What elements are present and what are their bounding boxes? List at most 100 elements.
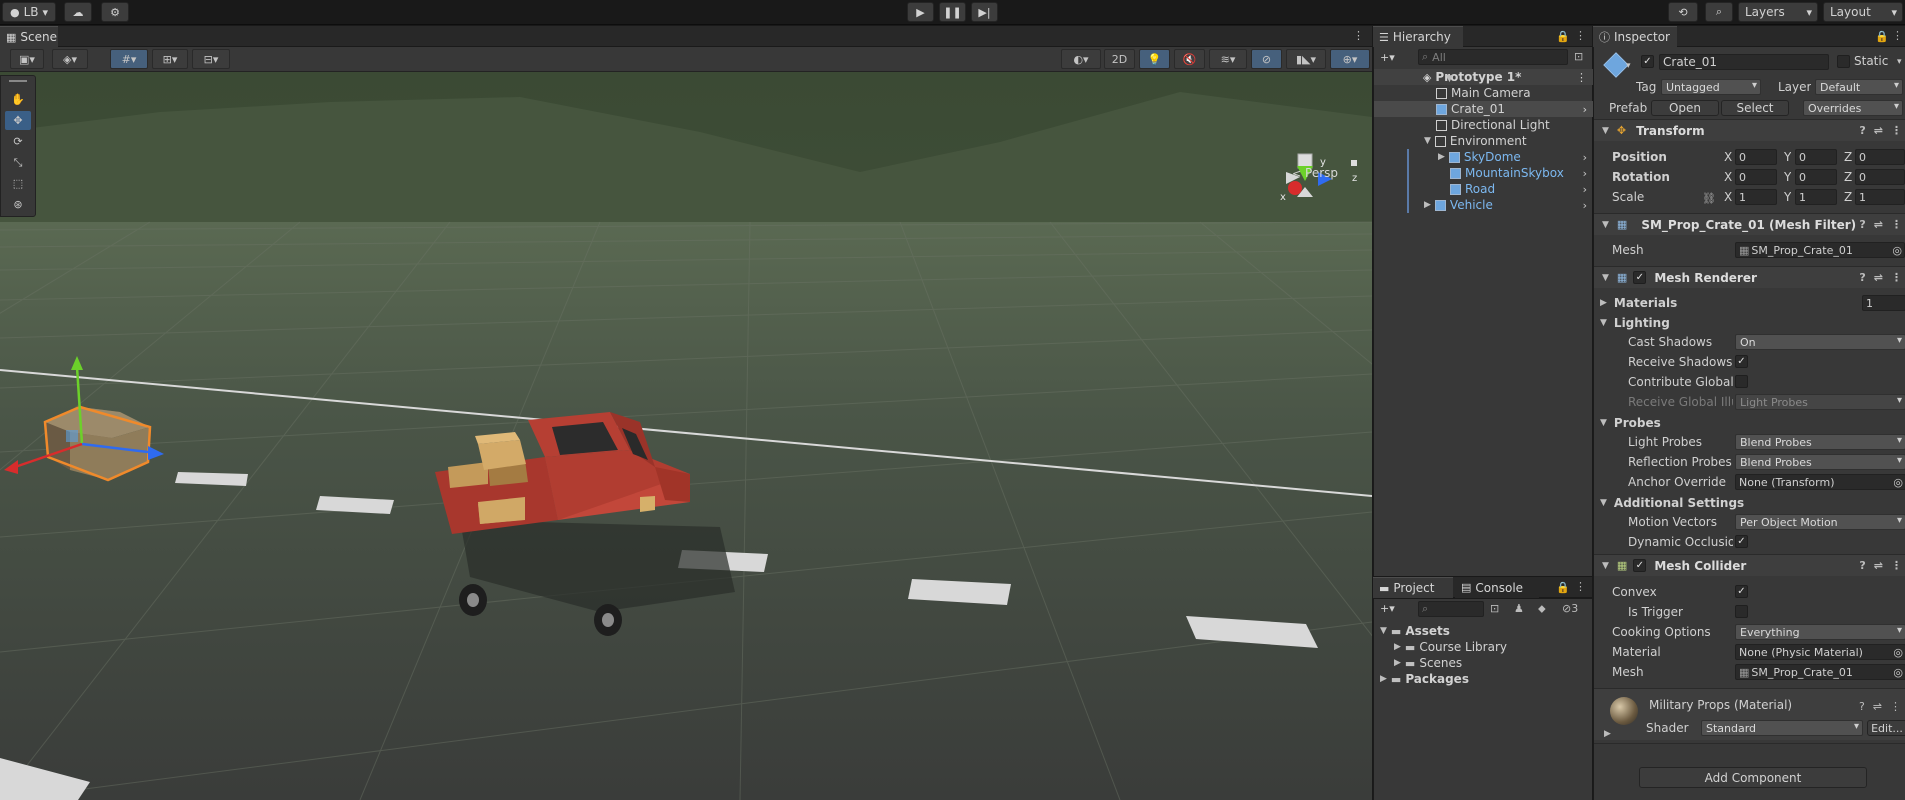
mesh-renderer-header[interactable]: ▼ ▦ ✓ Mesh Renderer ? ⇌ ⋮ bbox=[1594, 266, 1905, 288]
hierarchy-item-directional-light[interactable]: Directional Light bbox=[1374, 117, 1593, 133]
tab-project[interactable]: ▬ Project bbox=[1373, 577, 1453, 598]
dynamic-occlusion-checkbox[interactable]: ✓ bbox=[1735, 535, 1748, 548]
chevron-down-icon[interactable]: ▾ bbox=[1897, 57, 1902, 67]
lighting-toggle[interactable]: 💡 bbox=[1139, 49, 1170, 69]
prefab-overrides-dropdown[interactable]: Overrides bbox=[1803, 100, 1903, 116]
chevron-right-icon[interactable]: › bbox=[1583, 151, 1587, 164]
object-picker-icon[interactable]: ◎ bbox=[1893, 666, 1903, 679]
preset-icon[interactable]: ⇌ bbox=[1874, 271, 1883, 284]
position-y-field[interactable]: 0 bbox=[1795, 149, 1837, 165]
increment-snap-dropdown[interactable]: ⊞▾ bbox=[152, 49, 188, 69]
search-button[interactable]: ⌕ bbox=[1705, 2, 1733, 22]
audio-toggle[interactable]: 🔇 bbox=[1174, 49, 1205, 69]
rect-tool[interactable]: ⬚ bbox=[5, 174, 31, 193]
drag-handle[interactable] bbox=[9, 80, 27, 82]
project-create-dropdown[interactable]: +▾ bbox=[1380, 601, 1395, 616]
filter-by-label-icon[interactable]: ♟ bbox=[1514, 602, 1524, 615]
help-icon[interactable]: ? bbox=[1859, 124, 1865, 137]
collider-material-field[interactable]: None (Physic Material) ◎ bbox=[1735, 644, 1905, 660]
more-options-icon[interactable]: ⋮ bbox=[1891, 271, 1902, 284]
tab-console[interactable]: ▤ Console bbox=[1455, 577, 1539, 598]
search-by-type-icon[interactable]: ⊡ bbox=[1490, 602, 1499, 615]
shader-dropdown[interactable]: Standard bbox=[1701, 720, 1863, 736]
grid-snap-dropdown[interactable]: #▾ bbox=[110, 49, 148, 69]
more-options-icon[interactable]: ⋮ bbox=[1575, 29, 1586, 42]
hand-tool[interactable]: ✋ bbox=[5, 90, 31, 109]
lock-icon[interactable]: 🔒 bbox=[1875, 30, 1889, 43]
chevron-right-icon[interactable]: › bbox=[1583, 103, 1587, 116]
toggle-2d-button[interactable]: 2D bbox=[1104, 49, 1135, 69]
cast-shadows-dropdown[interactable]: On bbox=[1735, 334, 1905, 350]
tab-scene[interactable]: ▦ Scene bbox=[0, 26, 58, 47]
project-folder-packages[interactable]: ▶ ▬ Packages bbox=[1374, 671, 1593, 687]
layers-dropdown[interactable]: Layers ▾ bbox=[1738, 2, 1818, 22]
tag-icon[interactable]: ⬥ bbox=[1538, 602, 1546, 616]
render-mode-dropdown[interactable]: ◈▾ bbox=[52, 49, 88, 69]
rotation-x-field[interactable]: 0 bbox=[1735, 169, 1777, 185]
preset-icon[interactable]: ⇌ bbox=[1874, 559, 1883, 572]
step-button[interactable]: ▶| bbox=[971, 2, 998, 22]
more-options-icon[interactable]: ⋮ bbox=[1892, 29, 1903, 42]
scale-tool[interactable]: ⤡ bbox=[5, 153, 31, 172]
collapse-arrow-icon[interactable]: ▶ bbox=[1604, 729, 1611, 739]
motion-vectors-dropdown[interactable]: Per Object Motion bbox=[1735, 514, 1905, 530]
draw-mode-dropdown[interactable]: ▣▾ bbox=[10, 49, 44, 69]
more-options-icon[interactable]: ⋮ bbox=[1890, 700, 1901, 713]
chevron-right-icon[interactable]: › bbox=[1583, 167, 1587, 180]
preset-icon[interactable]: ⇌ bbox=[1874, 218, 1883, 231]
constrain-proportions-icon[interactable]: ⛓ bbox=[1702, 192, 1716, 205]
play-button[interactable]: ▶ bbox=[907, 2, 934, 22]
hierarchy-item-main-camera[interactable]: Main Camera bbox=[1374, 85, 1593, 101]
reflection-probes-dropdown[interactable]: Blend Probes bbox=[1735, 454, 1905, 470]
shading-dropdown[interactable]: ◐▾ bbox=[1061, 49, 1101, 69]
projection-label[interactable]: < Persp bbox=[1292, 166, 1338, 180]
more-options-icon[interactable]: ⋮ bbox=[1575, 580, 1586, 593]
chevron-right-icon[interactable]: › bbox=[1583, 183, 1587, 196]
align-dropdown[interactable]: ⊟▾ bbox=[192, 49, 230, 69]
camera-dropdown[interactable]: ▮◣▾ bbox=[1286, 49, 1326, 69]
scale-y-field[interactable]: 1 bbox=[1795, 189, 1837, 205]
lock-icon[interactable]: 🔒 bbox=[1556, 581, 1570, 594]
chevron-down-icon[interactable]: ▾ bbox=[1626, 61, 1631, 71]
lighting-foldout[interactable]: ▼ Lighting bbox=[1594, 314, 1905, 332]
hierarchy-scene-row[interactable]: ▼ ◈ Prototype 1* ⋮ bbox=[1374, 69, 1593, 85]
preset-icon[interactable]: ⇌ bbox=[1874, 124, 1883, 137]
gizmos-dropdown[interactable]: ⊕▾ bbox=[1330, 49, 1370, 69]
tab-inspector[interactable]: ⓘ Inspector bbox=[1593, 26, 1677, 47]
active-checkbox[interactable]: ✓ bbox=[1641, 55, 1654, 68]
more-options-icon[interactable]: ⋮ bbox=[1891, 218, 1902, 231]
mesh-collider-enabled-checkbox[interactable]: ✓ bbox=[1633, 559, 1647, 572]
help-icon[interactable]: ? bbox=[1859, 271, 1865, 284]
rotation-y-field[interactable]: 0 bbox=[1795, 169, 1837, 185]
effects-dropdown[interactable]: ≋▾ bbox=[1209, 49, 1247, 69]
help-icon[interactable]: ? bbox=[1859, 700, 1865, 713]
receive-shadows-checkbox[interactable]: ✓ bbox=[1735, 355, 1748, 368]
project-search-input[interactable]: ⌕ bbox=[1418, 601, 1484, 617]
more-options-icon[interactable]: ⋮ bbox=[1576, 71, 1587, 84]
project-folder-assets[interactable]: ▼ ▬ Assets bbox=[1374, 623, 1593, 639]
chevron-right-icon[interactable]: › bbox=[1583, 199, 1587, 212]
preset-icon[interactable]: ⇌ bbox=[1873, 700, 1882, 713]
project-folder-course-library[interactable]: ▶ ▬ Course Library bbox=[1374, 639, 1593, 655]
project-folder-scenes[interactable]: ▶ ▬ Scenes bbox=[1374, 655, 1593, 671]
shader-edit-button[interactable]: Edit... bbox=[1867, 720, 1905, 736]
hidden-packages-toggle[interactable]: ⊘3 bbox=[1562, 602, 1578, 615]
is-trigger-checkbox[interactable] bbox=[1735, 605, 1748, 618]
scene-visibility-toggle[interactable]: ⊘ bbox=[1251, 49, 1282, 69]
move-tool[interactable]: ✥ bbox=[5, 111, 31, 130]
object-name-input[interactable]: Crate_01 bbox=[1659, 54, 1829, 70]
mesh-filter-header[interactable]: ▼ ▦ SM_Prop_Crate_01 (Mesh Filter) ? ⇌ ⋮ bbox=[1594, 213, 1905, 235]
layout-dropdown[interactable]: Layout ▾ bbox=[1823, 2, 1903, 22]
transform-header[interactable]: ▼ ✥ Transform ? ⇌ ⋮ bbox=[1594, 119, 1905, 141]
materials-count-field[interactable]: 1 bbox=[1862, 295, 1905, 311]
material-title[interactable]: Military Props (Material) bbox=[1649, 698, 1792, 712]
hierarchy-item-environment[interactable]: ▼ Environment bbox=[1374, 133, 1593, 149]
static-checkbox[interactable] bbox=[1837, 55, 1850, 68]
more-options-icon[interactable]: ⋮ bbox=[1891, 124, 1902, 137]
materials-foldout[interactable]: ▶ Materials bbox=[1594, 294, 1905, 312]
help-icon[interactable]: ? bbox=[1859, 559, 1865, 572]
prefab-open-button[interactable]: Open bbox=[1651, 100, 1719, 116]
hierarchy-search-input[interactable]: ⌕ All bbox=[1418, 49, 1568, 65]
more-options-icon[interactable]: ⋮ bbox=[1353, 29, 1364, 42]
scale-z-field[interactable]: 1 bbox=[1855, 189, 1905, 205]
